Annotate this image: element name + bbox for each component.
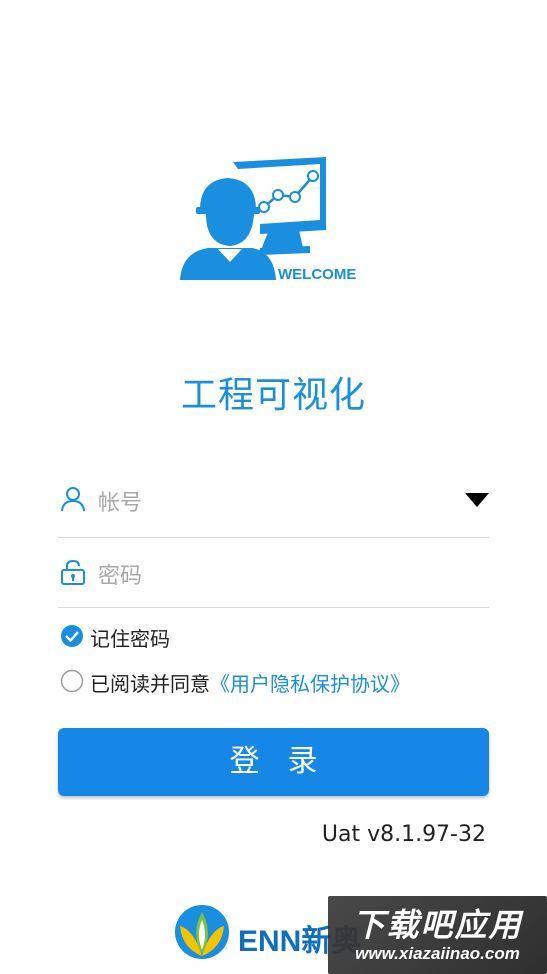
watermark-badge: 下载吧应用 www.xiazaiinao.com xyxy=(328,896,547,974)
dropdown-triangle-icon[interactable] xyxy=(465,493,489,507)
watermark-url: www.xiazaiinao.com xyxy=(355,944,520,963)
login-button[interactable]: 登录 xyxy=(58,728,489,796)
watermark-title: 下载吧应用 xyxy=(352,906,523,944)
remember-password-label: 记住密码 xyxy=(90,627,170,651)
password-field[interactable]: 密码 xyxy=(58,537,489,608)
lock-icon xyxy=(61,559,85,585)
agreement-text: 已阅读并同意《用户隐私保护协议》 xyxy=(90,668,410,697)
agree-label: 已阅读并同意 xyxy=(90,672,210,696)
app-title: 工程可视化 xyxy=(180,375,366,416)
enn-logo-icon xyxy=(175,905,229,959)
checkbox-checked-icon[interactable] xyxy=(60,624,84,648)
welcome-text: WELCOME xyxy=(278,266,356,283)
password-input[interactable]: 密码 xyxy=(98,558,142,590)
checkbox-unchecked-icon[interactable] xyxy=(60,669,84,693)
welcome-illustration: WELCOME xyxy=(180,157,356,283)
privacy-agreement-link[interactable]: 《用户隐私保护协议》 xyxy=(210,672,410,696)
version-text: Uat v8.1.97-32 xyxy=(321,822,486,847)
user-icon xyxy=(61,487,85,512)
account-field[interactable]: 帐号 xyxy=(58,467,489,538)
account-input[interactable]: 帐号 xyxy=(98,485,142,517)
